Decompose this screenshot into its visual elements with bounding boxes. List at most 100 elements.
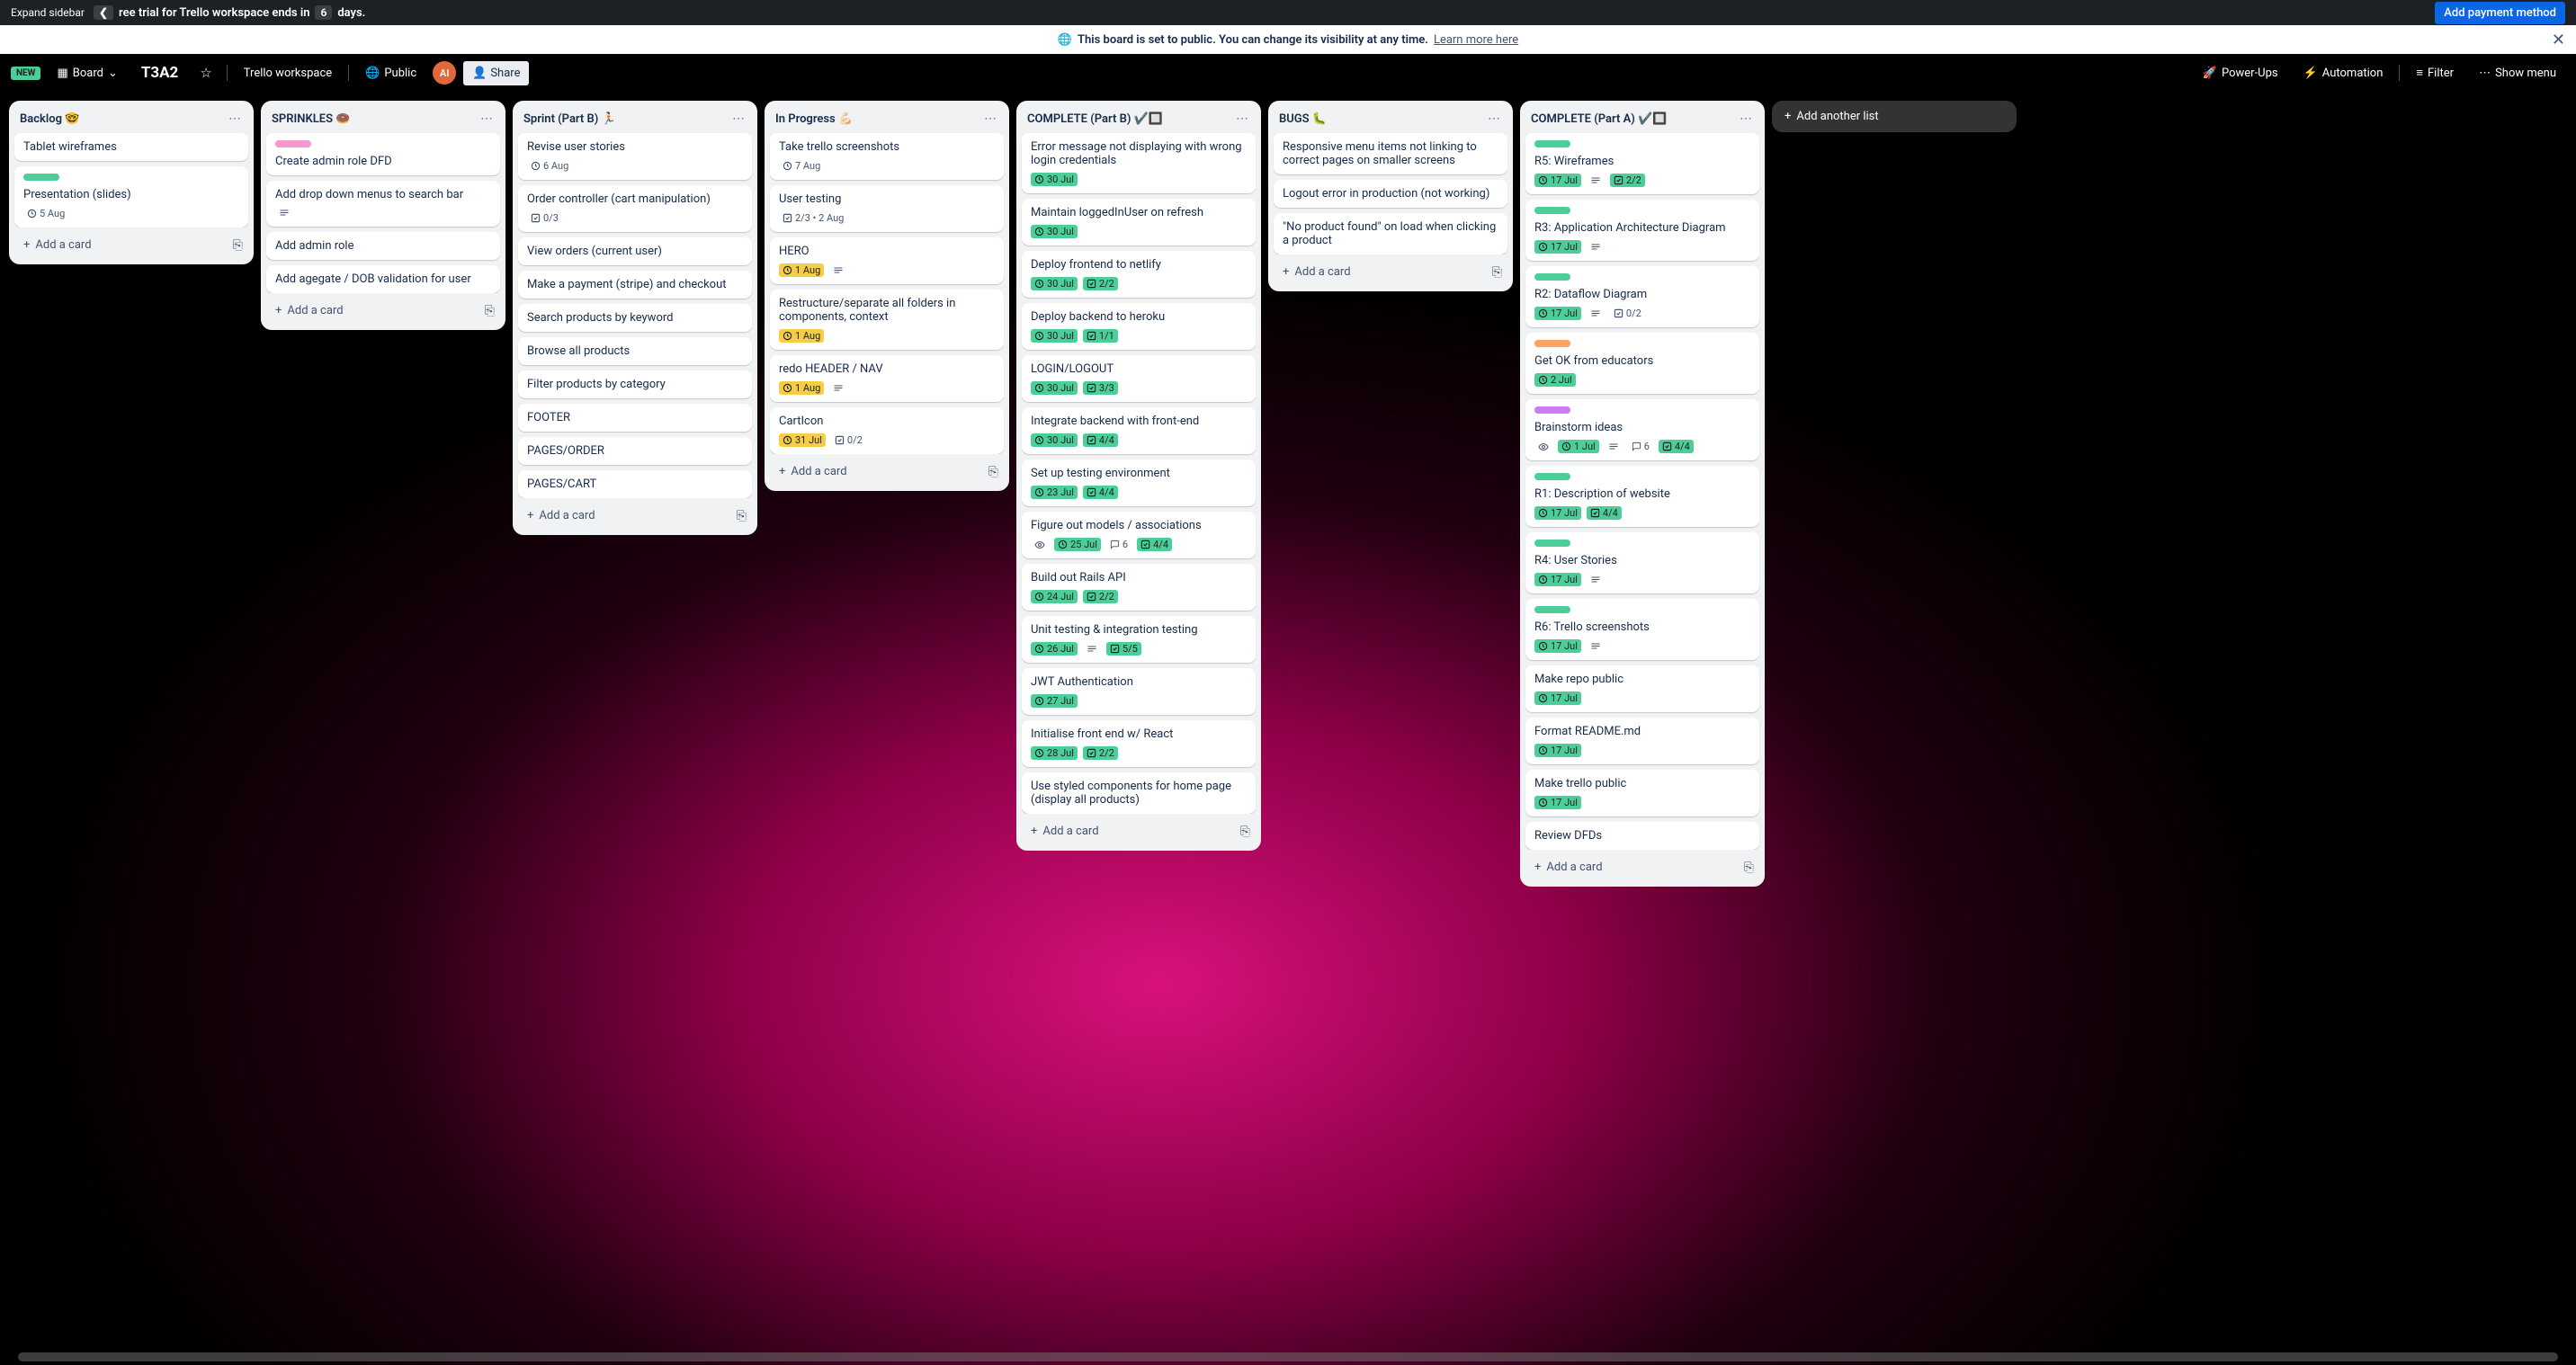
card[interactable]: Error message not displaying with wrong …: [1022, 133, 1256, 193]
sidebar-toggle-chip[interactable]: ❮: [94, 5, 113, 20]
card[interactable]: Make a payment (stripe) and checkout: [518, 271, 752, 299]
card[interactable]: R2: Dataflow Diagram 17 Jul 0/2: [1525, 266, 1759, 327]
list-menu-button[interactable]: ⋯: [477, 108, 496, 129]
card[interactable]: Set up testing environment 23 Jul 4/4: [1022, 459, 1256, 506]
card[interactable]: Add drop down menus to search bar: [266, 181, 500, 227]
card[interactable]: Get OK from educators 2 Jul: [1525, 333, 1759, 394]
card[interactable]: Integrate backend with front-end 30 Jul …: [1022, 407, 1256, 454]
card[interactable]: Make repo public 17 Jul: [1525, 665, 1759, 712]
card-label: [1534, 207, 1570, 214]
list-title[interactable]: Backlog 🤓: [20, 112, 225, 126]
card[interactable]: PAGES/ORDER: [518, 437, 752, 465]
card[interactable]: Search products by keyword: [518, 304, 752, 332]
card-template-button[interactable]: ⎘: [1740, 857, 1758, 879]
card[interactable]: Presentation (slides) 5 Aug: [14, 166, 248, 228]
add-list-button[interactable]: +Add another list: [1772, 101, 2017, 132]
card[interactable]: User testing 2/3 • 2 Aug: [770, 185, 1004, 232]
list-menu-button[interactable]: ⋯: [1232, 108, 1252, 129]
card-template-button[interactable]: ⎘: [985, 461, 1002, 483]
add-card-button[interactable]: +Add a card: [1527, 855, 1735, 879]
card-template-button[interactable]: ⎘: [733, 505, 750, 527]
card[interactable]: Make trello public 17 Jul: [1525, 770, 1759, 816]
close-icon[interactable]: ✕: [2552, 31, 2565, 49]
card[interactable]: Filter products by category: [518, 370, 752, 398]
card[interactable]: JWT Authentication 27 Jul: [1022, 668, 1256, 715]
list-menu-button[interactable]: ⋯: [980, 108, 1000, 129]
add-card-button[interactable]: +Add a card: [268, 299, 476, 323]
list-title[interactable]: Sprint (Part B) 🏃🏻: [523, 112, 729, 126]
add-card-button[interactable]: +Add a card: [772, 459, 979, 484]
card[interactable]: R6: Trello screenshots 17 Jul: [1525, 599, 1759, 660]
board-scroll[interactable]: Backlog 🤓 ⋯ Tablet wireframes Presentation…: [0, 92, 2576, 1365]
card[interactable]: R1: Description of website 17 Jul 4/4: [1525, 466, 1759, 527]
card[interactable]: Tablet wireframes: [14, 133, 248, 161]
card[interactable]: Browse all products: [518, 337, 752, 365]
card[interactable]: "No product found" on load when clicking…: [1274, 213, 1507, 254]
list-title[interactable]: SPRINKLES 🍩: [272, 112, 477, 126]
card-badges: 30 Jul 4/4: [1031, 433, 1247, 447]
list-menu-button[interactable]: ⋯: [1484, 108, 1504, 129]
card[interactable]: R5: Wireframes 17 Jul 2/2: [1525, 133, 1759, 194]
filter-button[interactable]: ≡ Filter: [2407, 60, 2463, 85]
list-menu-button[interactable]: ⋯: [729, 108, 748, 129]
card[interactable]: Unit testing & integration testing 26 Ju…: [1022, 616, 1256, 663]
card[interactable]: HERO 1 Aug: [770, 237, 1004, 284]
card[interactable]: Add admin role: [266, 232, 500, 260]
card[interactable]: Review DFDs: [1525, 822, 1759, 850]
card[interactable]: R4: User Stories 17 Jul: [1525, 532, 1759, 593]
avatar[interactable]: AI: [433, 61, 456, 85]
list-cards: Tablet wireframes Presentation (slides) 5…: [9, 133, 254, 228]
visibility-button[interactable]: 🌐 Public: [356, 61, 425, 85]
share-button[interactable]: 👤 Share: [463, 61, 529, 85]
list-title[interactable]: BUGS 🐛: [1279, 112, 1484, 126]
automation-button[interactable]: ⚡ Automation: [2294, 61, 2393, 85]
add-card-button[interactable]: +Add a card: [16, 233, 224, 257]
learn-more-link[interactable]: Learn more here: [1434, 33, 1518, 47]
card[interactable]: Figure out models / associations 25 Jul …: [1022, 512, 1256, 558]
list-title[interactable]: COMPLETE (Part A) ✔️🔲: [1531, 112, 1736, 126]
card[interactable]: LOGIN/LOGOUT 30 Jul 3/3: [1022, 355, 1256, 402]
card[interactable]: Responsive menu items not linking to cor…: [1274, 133, 1507, 174]
card[interactable]: Format README.md 17 Jul: [1525, 718, 1759, 764]
expand-sidebar-label[interactable]: Expand sidebar: [11, 6, 85, 19]
add-card-button[interactable]: +Add a card: [520, 504, 728, 528]
card[interactable]: View orders (current user): [518, 237, 752, 265]
star-button[interactable]: ☆: [192, 61, 219, 85]
list-title[interactable]: COMPLETE (Part B) ✔️🔲: [1027, 112, 1232, 126]
list-menu-button[interactable]: ⋯: [1736, 108, 1756, 129]
add-card-button[interactable]: +Add a card: [1275, 260, 1483, 284]
card-template-button[interactable]: ⎘: [1489, 262, 1506, 283]
card[interactable]: Initialise front end w/ React 28 Jul 2/2: [1022, 720, 1256, 767]
card[interactable]: Deploy frontend to netlify 30 Jul 2/2: [1022, 251, 1256, 298]
add-payment-button[interactable]: Add payment method: [2435, 2, 2565, 24]
list-title[interactable]: In Progress 💪🏻: [775, 112, 980, 126]
card[interactable]: PAGES/CART: [518, 470, 752, 498]
board-view-switcher[interactable]: ▦ Board ⌄: [48, 61, 126, 85]
card[interactable]: Order controller (cart manipulation) 0/3: [518, 185, 752, 232]
card[interactable]: Deploy backend to heroku 30 Jul 1/1: [1022, 303, 1256, 350]
card[interactable]: FOOTER: [518, 404, 752, 432]
horizontal-scrollbar[interactable]: [18, 1352, 2558, 1361]
powerups-button[interactable]: 🚀 Power-Ups: [2194, 61, 2287, 85]
card[interactable]: Restructure/separate all folders in comp…: [770, 290, 1004, 350]
card[interactable]: Revise user stories 6 Aug: [518, 133, 752, 180]
card[interactable]: Maintain loggedInUser on refresh 30 Jul: [1022, 199, 1256, 245]
add-card-button[interactable]: +Add a card: [1024, 819, 1231, 843]
card[interactable]: Logout error in production (not working): [1274, 180, 1507, 208]
card[interactable]: CartIcon 31 Jul 0/2: [770, 407, 1004, 454]
card[interactable]: Build out Rails API 24 Jul 2/2: [1022, 564, 1256, 611]
card[interactable]: R3: Application Architecture Diagram 17 …: [1525, 200, 1759, 261]
card-template-button[interactable]: ⎘: [229, 235, 246, 256]
card[interactable]: redo HEADER / NAV 1 Aug: [770, 355, 1004, 402]
card[interactable]: Brainstorm ideas 1 Jul 6 4/4: [1525, 399, 1759, 460]
card[interactable]: Take trello screenshots 7 Aug: [770, 133, 1004, 180]
card[interactable]: Add agegate / DOB validation for user: [266, 265, 500, 293]
card[interactable]: Use styled components for home page (dis…: [1022, 772, 1256, 814]
list-menu-button[interactable]: ⋯: [225, 108, 245, 129]
card-template-button[interactable]: ⎘: [1237, 821, 1254, 843]
card-template-button[interactable]: ⎘: [481, 300, 498, 322]
card[interactable]: Create admin role DFD: [266, 133, 500, 175]
show-menu-button[interactable]: ⋯ Show menu: [2470, 61, 2565, 85]
workspace-button[interactable]: Trello workspace: [235, 61, 341, 85]
board-title[interactable]: T3A2: [134, 64, 185, 82]
